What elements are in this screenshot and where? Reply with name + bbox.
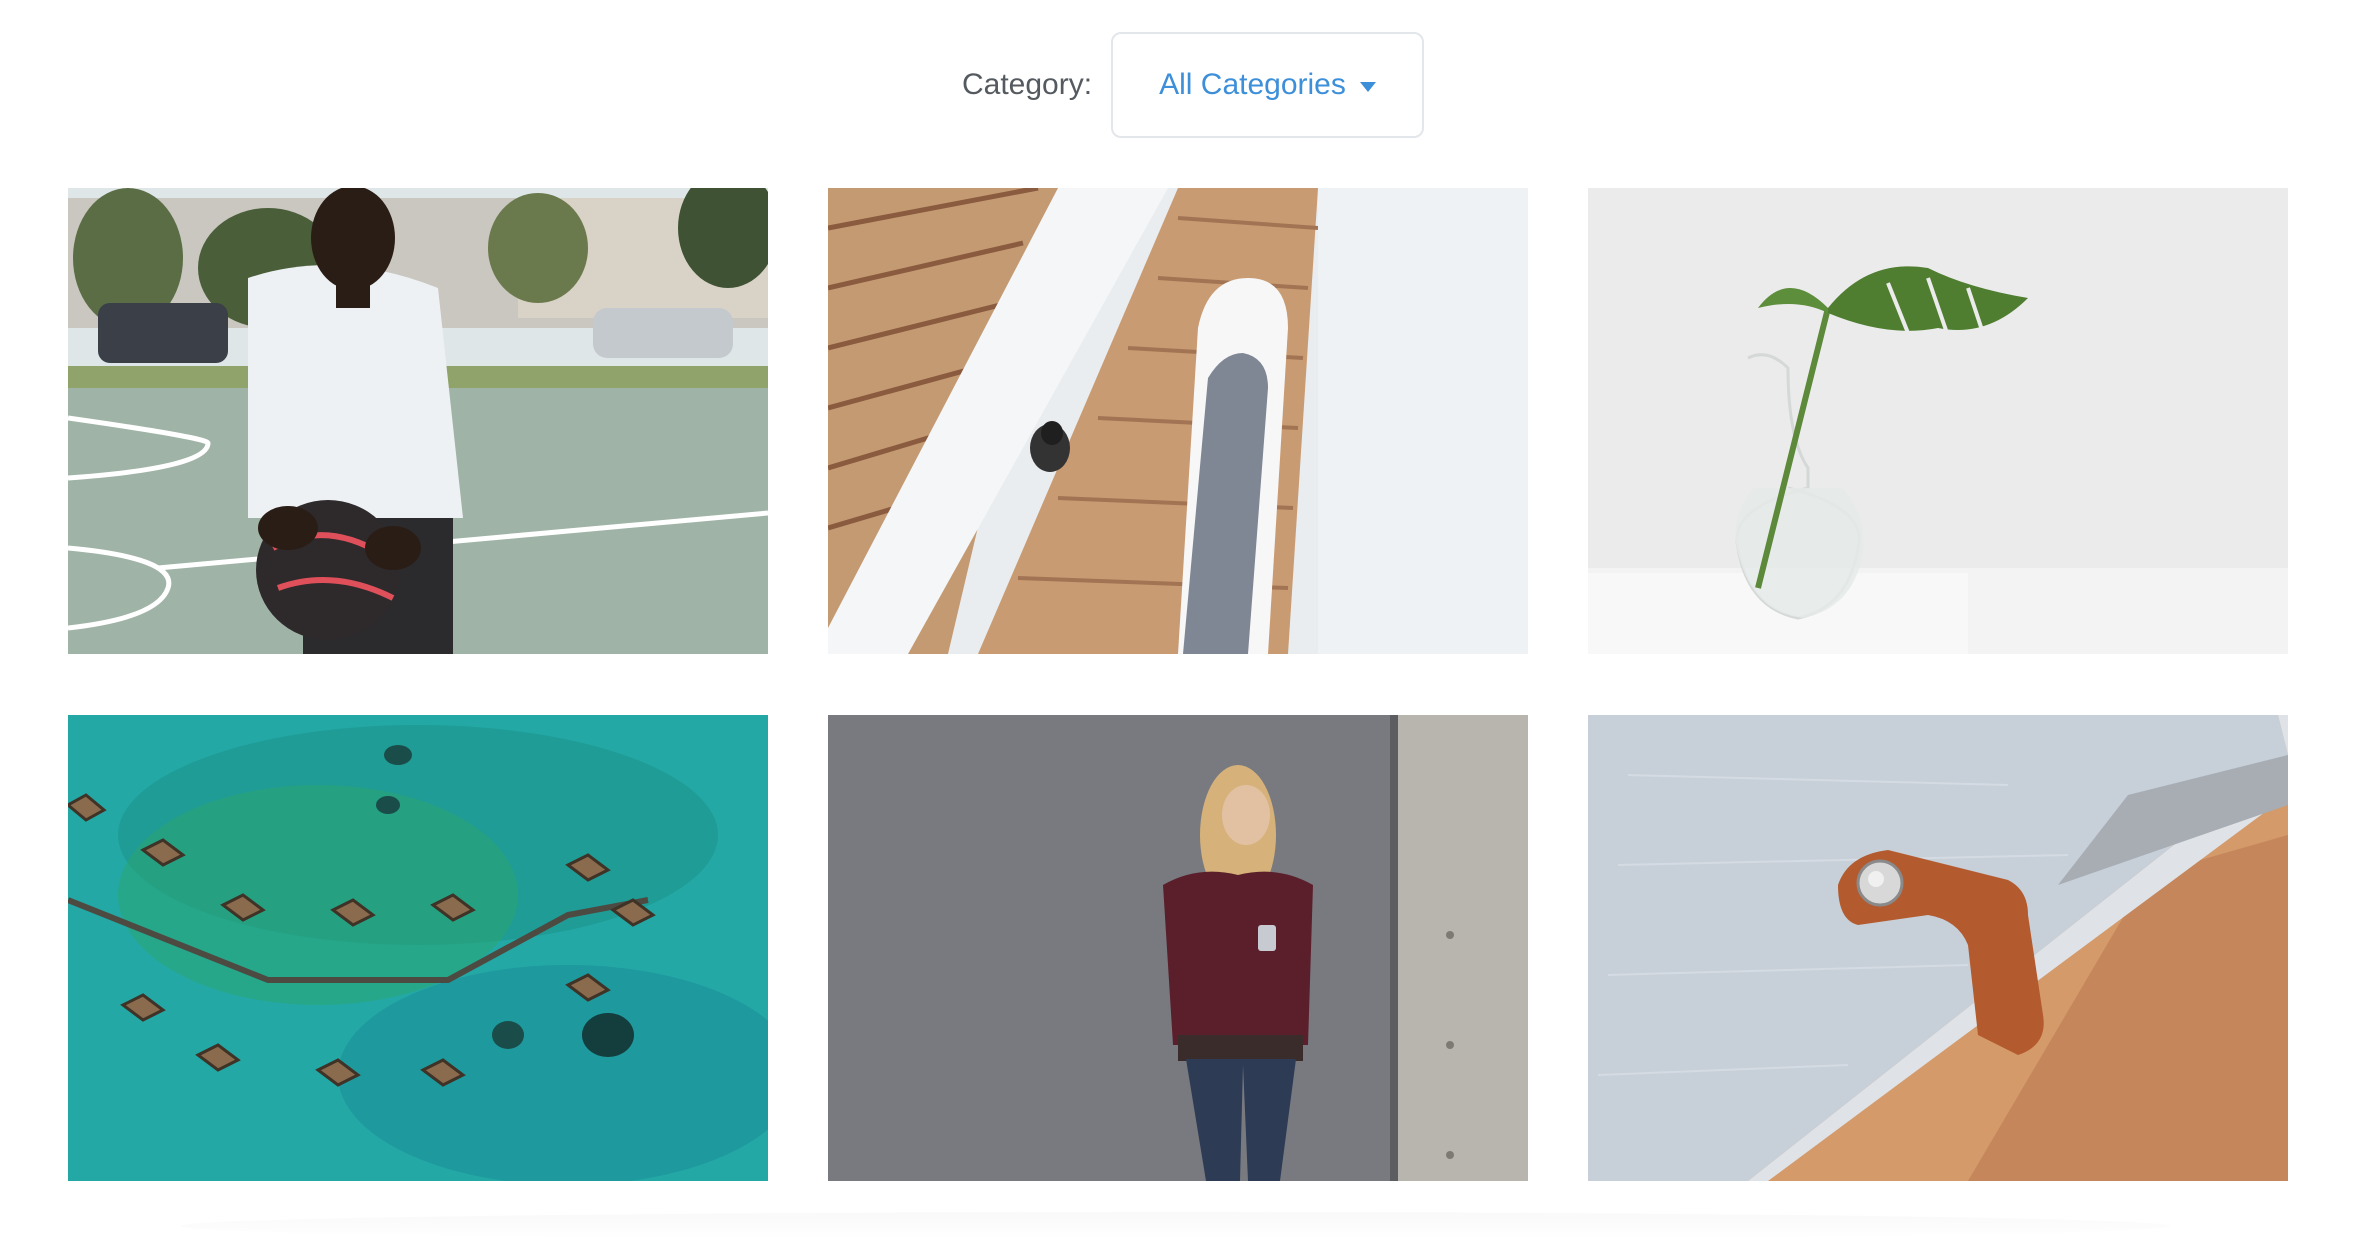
basketball-player-image (68, 188, 768, 654)
caret-down-icon (1359, 81, 1376, 92)
gallery-item-staircase[interactable] (828, 188, 1528, 654)
plant-vase-image (1588, 188, 2288, 654)
page-footer-shadow (180, 1212, 2170, 1240)
category-label: Category: (962, 68, 1093, 101)
gallery-item-basketball[interactable] (68, 188, 768, 654)
laptop-sleeve-image (1588, 715, 2288, 1181)
gallery-item-laptop-sleeve[interactable] (1588, 715, 2288, 1181)
gallery-item-bungalows[interactable] (68, 715, 768, 1181)
category-dropdown[interactable]: All Categories (1111, 32, 1424, 138)
photo-grid (68, 188, 2288, 1181)
gallery-item-plant[interactable] (1588, 188, 2288, 654)
gallery-page: Category: All Categories (0, 0, 2354, 1240)
overwater-bungalows-image (68, 715, 768, 1181)
gallery-item-woman[interactable] (828, 715, 1528, 1181)
spiral-staircase-image (828, 188, 1528, 654)
category-dropdown-value: All Categories (1159, 68, 1346, 101)
category-filter-bar: Category: All Categories (0, 32, 2354, 138)
woman-with-phone-image (828, 715, 1528, 1181)
